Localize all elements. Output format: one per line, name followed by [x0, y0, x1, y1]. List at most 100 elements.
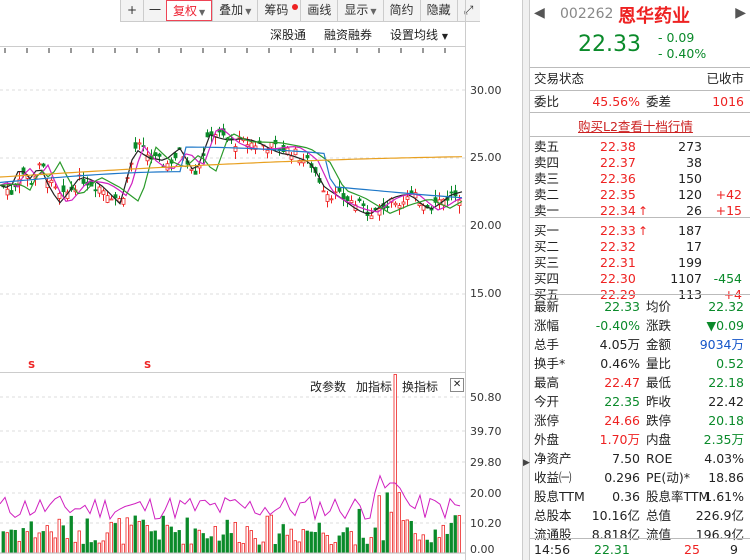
prev-stock-icon[interactable]: ◀ — [534, 5, 545, 21]
stat-row: 股息TTM 0.36 股息率TTM 1.61% — [534, 487, 744, 506]
stat-label: 净资产 — [534, 451, 572, 466]
volume-bar — [21, 528, 25, 554]
collapse-arrow-icon[interactable]: ▶ — [523, 458, 530, 468]
candle-body — [57, 193, 62, 199]
candle-body — [325, 194, 330, 202]
candle-body — [265, 149, 270, 154]
level-volume: 150 — [678, 171, 702, 186]
stat-value: 7.50 — [612, 451, 640, 466]
volume-bar — [17, 540, 21, 554]
panel-splitter[interactable]: ▶ — [523, 0, 530, 560]
candle-body — [193, 170, 198, 175]
signal-marker[interactable]: S — [28, 360, 35, 371]
bid-row[interactable]: 买三 22.31 199 — [534, 255, 744, 271]
volume-bar — [25, 531, 29, 554]
candle-body — [133, 142, 138, 149]
stat-value: 4.03% — [704, 451, 744, 466]
ask-row[interactable]: 卖四 22.37 38 — [534, 155, 744, 171]
volume-bar — [225, 519, 229, 554]
bid-row[interactable]: 买四 22.30 1107 -454 — [534, 271, 744, 287]
close-icon[interactable]: ✕ — [450, 378, 465, 392]
volume-bar — [117, 518, 121, 554]
stat-value: 18.86 — [708, 470, 744, 485]
volume-bar — [73, 541, 77, 554]
volume-bar — [309, 531, 313, 554]
stat-label: 最高 — [534, 375, 560, 390]
price-axis-label: 20.00 — [470, 219, 502, 232]
event-marker — [48, 48, 50, 53]
stat-label: 内盘 — [646, 432, 672, 447]
stat-value: 1.61% — [704, 489, 744, 504]
price-axis-label: 30.00 — [470, 84, 502, 97]
volume-bar — [61, 525, 65, 554]
volume-bar — [245, 526, 249, 554]
volume-bar — [229, 533, 233, 554]
candle-body — [189, 168, 194, 171]
stat-label: 涨停 — [534, 413, 560, 428]
volume-bar — [289, 528, 293, 554]
next-stock-icon[interactable]: ▶ — [735, 5, 746, 21]
volume-bar — [217, 540, 221, 554]
volume-bar — [57, 518, 61, 554]
ask-row[interactable]: 卖三 22.36 150 — [534, 171, 744, 187]
volume-bar — [221, 534, 225, 554]
stat-label: 最新 — [534, 299, 560, 314]
stat-label: 金额 — [646, 337, 672, 352]
volume-bar — [389, 511, 393, 554]
candle-body — [385, 206, 390, 209]
volume-bar — [413, 533, 417, 554]
divider — [530, 294, 750, 295]
volume-bar — [441, 524, 445, 554]
change-indicator-button[interactable]: 换指标 — [402, 378, 438, 395]
candle-body — [5, 188, 10, 196]
edit-params-button[interactable]: 改参数 — [310, 378, 346, 395]
volume-bar — [273, 544, 277, 554]
add-indicator-button[interactable]: 加指标 — [356, 378, 392, 395]
volume-bar — [277, 533, 281, 554]
volume-bar — [1, 531, 5, 554]
stat-row: 今开 22.35 昨收 22.42 — [534, 392, 744, 411]
volume-bar — [97, 542, 101, 554]
volume-bar — [169, 526, 173, 554]
candle-body — [205, 132, 210, 138]
stat-label: 总手 — [534, 337, 560, 352]
event-marker — [422, 48, 424, 53]
volume-axis-label: 20.00 — [470, 487, 502, 500]
event-marker — [26, 48, 28, 53]
event-marker — [290, 48, 292, 53]
bid-row[interactable]: 买一 22.33 ↑ 187 — [534, 223, 744, 239]
volume-bar — [181, 543, 185, 554]
last-trade-row: 14:56 22.31 25 9 — [534, 541, 744, 559]
volume-bar — [133, 515, 137, 554]
stock-name[interactable]: 恩华药业 — [618, 2, 690, 28]
stat-label: 量比 — [646, 356, 672, 371]
volume-bar — [213, 526, 217, 554]
volume-bar — [85, 518, 89, 554]
stat-label: 均价 — [646, 299, 672, 314]
level-price: 22.35 — [600, 187, 636, 202]
ask-row[interactable]: 卖五 22.38 273 — [534, 139, 744, 155]
l2-upgrade-link[interactable]: 购买L2查看十档行情 — [578, 116, 693, 135]
ask-row[interactable]: 卖二 22.35 120 +42 — [534, 187, 744, 203]
signal-marker[interactable]: S — [144, 360, 151, 371]
volume-bar — [369, 537, 373, 554]
volume-bar — [373, 527, 377, 554]
volume-bar — [329, 544, 333, 554]
candle-body — [209, 131, 214, 136]
volume-bar — [113, 523, 117, 554]
volume-bar — [65, 538, 69, 554]
level-label: 买二 — [534, 239, 560, 254]
price-axis-label: 25.00 — [470, 151, 502, 164]
event-marker — [180, 48, 182, 53]
price-axis-label: 15.00 — [470, 287, 502, 300]
kline-chart-area[interactable]: + 一 复权 ▼ 叠加 ▼ 筹码 画线 显示 ▼ 简约 隐藏 ⤢ 深股通 融资融券 设… — [0, 0, 523, 560]
divider — [530, 136, 750, 137]
stat-label: ROE — [646, 451, 673, 466]
volume-bar — [13, 529, 17, 554]
volume-bar — [397, 492, 401, 554]
volume-bar — [137, 520, 141, 554]
bid-row[interactable]: 买二 22.32 17 — [534, 239, 744, 255]
stat-row: 涨停 24.66 跌停 20.18 — [534, 411, 744, 430]
level-label: 买三 — [534, 255, 560, 270]
candle-body — [329, 198, 334, 201]
